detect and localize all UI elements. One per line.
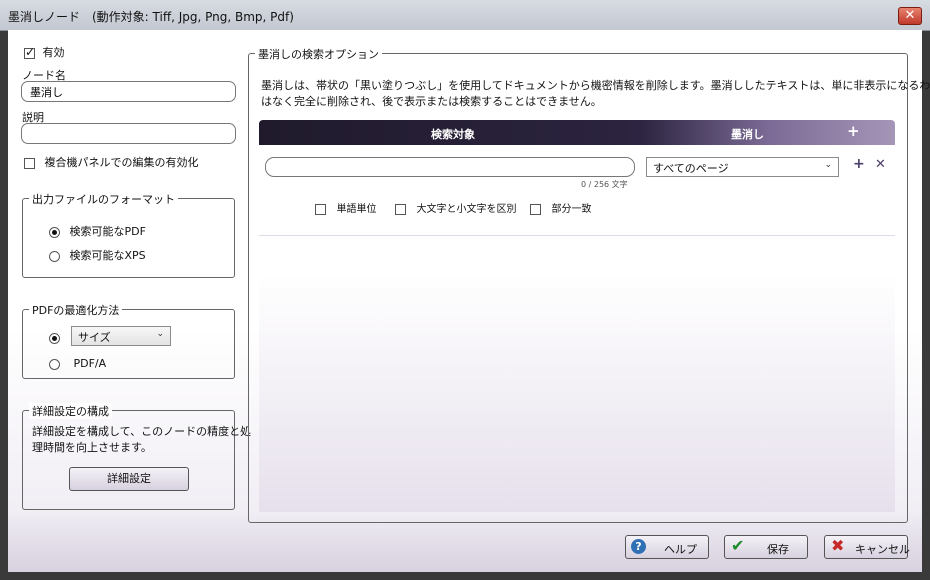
output-option-xps-label: 検索可能なXPS: [69, 249, 146, 262]
advanced-settings-button[interactable]: 詳細設定: [69, 467, 189, 491]
header-search-target: 検索対象: [431, 128, 475, 141]
mfp-panel-checkbox-row[interactable]: 複合機パネルでの編集の有効化: [24, 154, 199, 170]
help-button[interactable]: ? ヘルプ: [625, 535, 709, 559]
advanced-settings-description: 詳細設定を構成して、このノードの精度と処 理時間を向上させます。: [32, 424, 251, 456]
enabled-checkbox[interactable]: [24, 45, 35, 59]
cancel-button[interactable]: ✖ キャンセル: [824, 535, 910, 559]
cancel-label: キャンセル: [855, 543, 910, 556]
output-option-pdf-label: 検索可能なPDF: [69, 225, 146, 238]
radio-pdf[interactable]: [49, 226, 60, 238]
enabled-label: 有効: [42, 46, 65, 59]
radio-pdfa[interactable]: [49, 358, 60, 370]
option-partial-match[interactable]: 部分一致: [530, 200, 592, 215]
save-button[interactable]: ✔ 保存: [724, 535, 808, 559]
char-count: 0 / 256 文字: [581, 180, 628, 189]
output-option-pdf[interactable]: 検索可能なPDF: [49, 223, 146, 239]
advanced-description-line2: 理時間を向上させます。: [32, 441, 152, 454]
row-divider: [259, 235, 895, 236]
search-table-header: 検索対象 墨消し +: [259, 120, 895, 145]
pdf-optimization-group: PDFの最適化方法 サイズ ⌄ PDF/A: [22, 302, 235, 379]
pdf-optimization-legend: PDFの最適化方法: [29, 302, 123, 318]
pdfa-label: PDF/A: [73, 357, 107, 370]
redaction-search-options-legend: 墨消しの検索オプション: [255, 46, 382, 62]
output-format-legend: 出力ファイルのフォーマット: [29, 191, 178, 207]
header-add-icon[interactable]: +: [847, 122, 860, 140]
output-format-group: 出力ファイルのフォーマット 検索可能なPDF 検索可能なXPS: [22, 191, 235, 278]
pages-dropdown-value: すべてのページ: [653, 162, 729, 175]
pdfa-option[interactable]: PDF/A: [49, 357, 106, 370]
cancel-x-icon: ✖: [831, 536, 845, 555]
whole-word-checkbox[interactable]: [315, 203, 326, 215]
title-bar: 墨消しノード (動作対象: Tiff, Jpg, Png, Bmp, Pdf) …: [0, 0, 930, 31]
advanced-description-line1: 詳細設定を構成して、このノードの精度と処: [32, 425, 252, 438]
chevron-down-icon: ⌄: [824, 160, 832, 170]
option-whole-word[interactable]: 単語単位: [315, 200, 377, 215]
radio-xps[interactable]: [49, 250, 60, 262]
enabled-checkbox-row[interactable]: 有効: [24, 44, 65, 60]
window-title: 墨消しノード (動作対象: Tiff, Jpg, Png, Bmp, Pdf): [8, 10, 294, 24]
help-icon: ?: [631, 539, 646, 554]
remove-row-icon[interactable]: ✕: [875, 157, 886, 172]
output-option-xps[interactable]: 検索可能なXPS: [49, 247, 146, 263]
partial-match-label: 部分一致: [551, 204, 592, 215]
redaction-description-line2: はなく完全に削除され、後で表示または検索することはできません。: [261, 95, 602, 108]
help-label: ヘルプ: [664, 543, 697, 556]
node-name-input[interactable]: [21, 81, 236, 102]
redaction-description-line1: 墨消しは、帯状の「黒い塗りつぶし」を使用してドキュメントから機密情報を削除します…: [261, 79, 930, 92]
close-button[interactable]: ✕: [898, 7, 922, 25]
advanced-settings-group: 詳細設定の構成 詳細設定を構成して、このノードの精度と処 理時間を向上させます。…: [22, 403, 251, 510]
match-case-label: 大文字と小文字を区別: [416, 204, 517, 215]
search-rows-area: 0 / 256 文字 すべてのページ ⌄ + ✕ 単語単位 大文字と小文字を区別…: [259, 145, 895, 512]
radio-size[interactable]: [49, 332, 60, 344]
redaction-description: 墨消しは、帯状の「黒い塗りつぶし」を使用してドキュメントから機密情報を削除します…: [261, 78, 930, 110]
add-row-icon[interactable]: +: [853, 156, 865, 172]
mfp-panel-checkbox[interactable]: [24, 157, 35, 169]
partial-match-checkbox[interactable]: [530, 203, 541, 215]
dialog-body: 有効 ノード名 説明 複合機パネルでの編集の有効化 出力ファイルのフォーマット …: [8, 30, 930, 572]
description-input[interactable]: [21, 123, 236, 144]
dialog-window: 墨消しノード (動作対象: Tiff, Jpg, Png, Bmp, Pdf) …: [0, 0, 930, 580]
match-case-checkbox[interactable]: [395, 203, 406, 215]
option-match-case[interactable]: 大文字と小文字を区別: [395, 200, 517, 215]
size-dropdown-value: サイズ: [78, 331, 111, 344]
chevron-down-icon: ⌄: [156, 329, 164, 339]
advanced-settings-legend: 詳細設定の構成: [29, 403, 112, 419]
pages-dropdown[interactable]: すべてのページ ⌄: [646, 157, 839, 177]
checkmark-icon: ✔: [731, 536, 745, 555]
search-term-input[interactable]: [265, 157, 635, 177]
whole-word-label: 単語単位: [336, 204, 377, 215]
save-label: 保存: [767, 543, 789, 556]
size-dropdown[interactable]: サイズ ⌄: [71, 326, 171, 346]
header-redact: 墨消し: [731, 128, 764, 141]
mfp-panel-label: 複合機パネルでの編集の有効化: [44, 156, 199, 169]
